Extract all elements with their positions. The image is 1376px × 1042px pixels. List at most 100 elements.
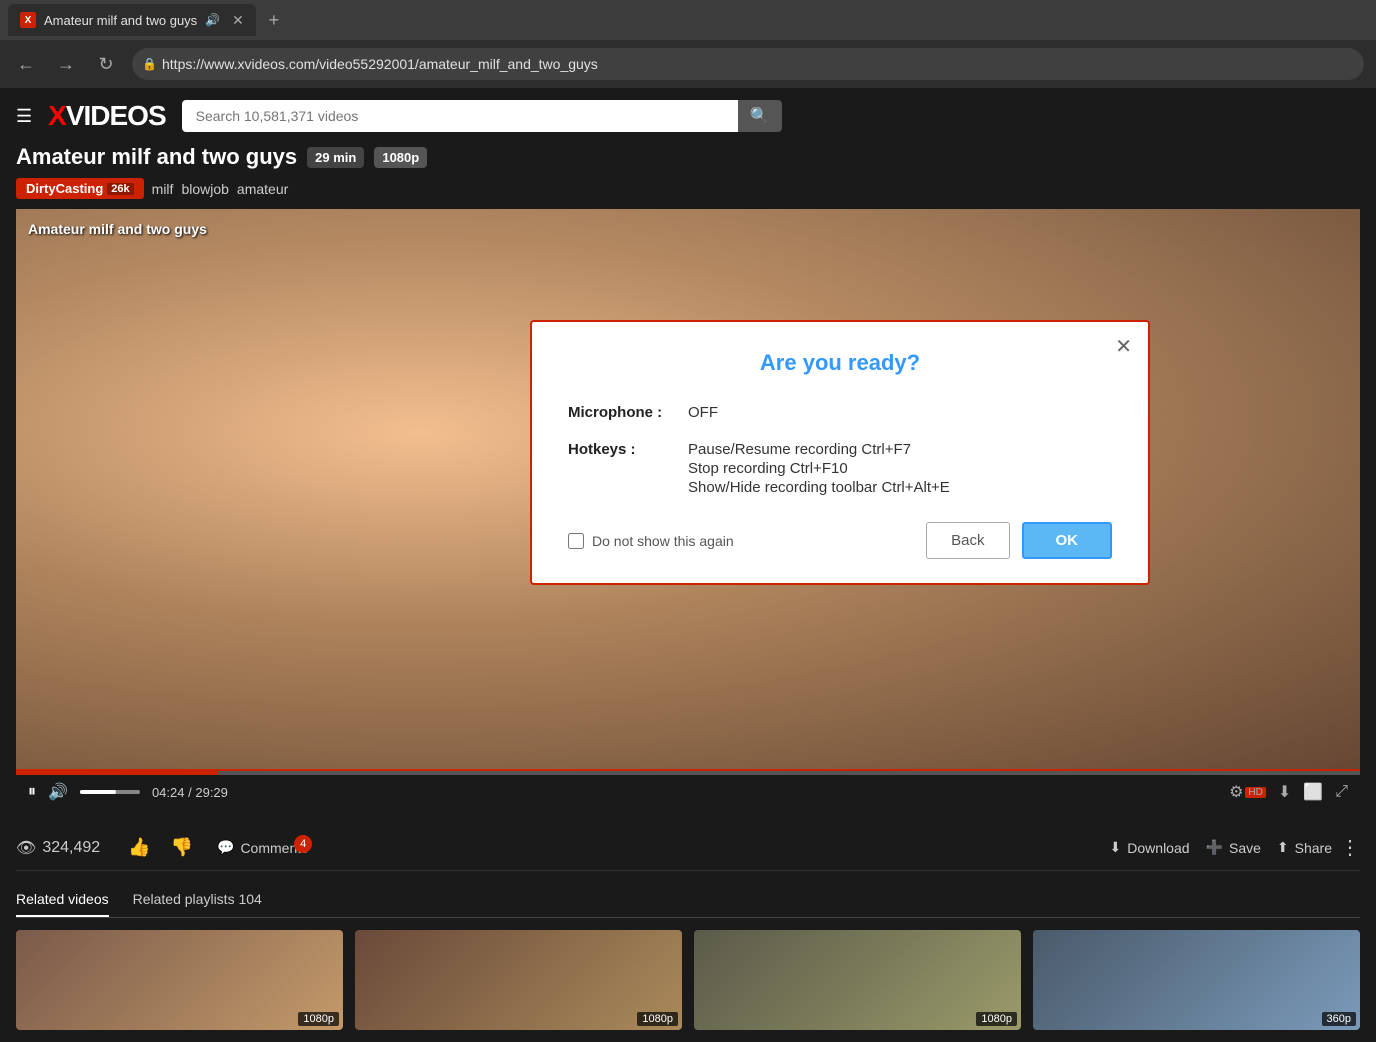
comment-icon: 💬 bbox=[217, 839, 234, 856]
thumb-img-3: 1080p bbox=[694, 930, 1021, 1030]
share-label: Share bbox=[1295, 840, 1332, 856]
video-actions-bar: 👁 324,492 👍 👎 💬 4 Comments ⬇ Download ➕ … bbox=[16, 825, 1360, 871]
lock-icon: 🔒 bbox=[142, 57, 157, 71]
theater-button[interactable]: ⬜ bbox=[1303, 782, 1323, 802]
download-control-button[interactable]: ⬇ bbox=[1278, 782, 1291, 802]
share-button[interactable]: ⬆ Share bbox=[1277, 839, 1332, 856]
comments-badge: 4 bbox=[294, 835, 312, 853]
new-tab-button[interactable]: + bbox=[260, 6, 288, 34]
download-button[interactable]: ⬇ Download bbox=[1110, 839, 1190, 856]
tag-amateur[interactable]: amateur bbox=[237, 181, 288, 197]
thumb-badge-3: 1080p bbox=[976, 1012, 1017, 1026]
do-not-show-text: Do not show this again bbox=[592, 533, 734, 549]
tab-related-playlists[interactable]: Related playlists 104 bbox=[133, 883, 262, 917]
tab-bar: X Amateur milf and two guys 🔊 ✕ + bbox=[0, 0, 1376, 40]
thumb-badge-2: 1080p bbox=[637, 1012, 678, 1026]
tab-title: Amateur milf and two guys bbox=[44, 13, 197, 28]
duration-badge: 29 min bbox=[307, 147, 364, 168]
search-bar: 🔍 bbox=[182, 100, 782, 132]
search-button[interactable]: 🔍 bbox=[738, 100, 782, 132]
settings-button[interactable]: ⚙HD bbox=[1229, 782, 1266, 802]
tab-mute-icon[interactable]: 🔊 bbox=[205, 13, 220, 27]
dialog-buttons: Back OK bbox=[926, 522, 1112, 559]
video-meta: Amateur milf and two guys 29 min 1080p D… bbox=[16, 144, 1360, 199]
section-tabs: Related videos Related playlists 104 bbox=[16, 883, 1360, 918]
eye-icon: 👁 bbox=[16, 838, 36, 858]
forward-button[interactable]: → bbox=[52, 50, 80, 78]
tags-row: DirtyCasting 26k milf blowjob amateur bbox=[16, 178, 1360, 199]
hotkeys-label: Hotkeys : bbox=[568, 441, 688, 458]
save-button[interactable]: ➕ Save bbox=[1206, 839, 1261, 856]
time-total: 29:29 bbox=[195, 785, 228, 800]
do-not-show-label: Do not show this again bbox=[568, 533, 734, 549]
site-logo[interactable]: XVIDEOS bbox=[48, 100, 166, 132]
video-title-overlay: Amateur milf and two guys bbox=[28, 221, 207, 237]
thumb-img-2: 1080p bbox=[355, 930, 682, 1030]
view-count: 👁 324,492 bbox=[16, 838, 100, 858]
hotkey-1: Pause/Resume recording Ctrl+F7 bbox=[688, 441, 950, 458]
video-controls: ⏸ 🔊 04:24 / 29:29 ⚙HD ⬇ ⬜ ⤢ bbox=[16, 769, 1360, 813]
dialog-close-button[interactable]: ✕ bbox=[1115, 334, 1132, 359]
volume-slider[interactable] bbox=[80, 790, 140, 794]
progress-fill bbox=[16, 771, 218, 775]
download-icon: ⬇ bbox=[1110, 839, 1122, 856]
do-not-show-checkbox[interactable] bbox=[568, 533, 584, 549]
microphone-row: Microphone : OFF bbox=[568, 404, 1112, 421]
thumbnail-2[interactable]: 1080p bbox=[355, 930, 682, 1030]
dialog-footer: Do not show this again Back OK bbox=[568, 522, 1112, 559]
quality-badge: 1080p bbox=[374, 147, 427, 168]
volume-button[interactable]: 🔊 bbox=[48, 782, 68, 802]
thumb-badge-1: 1080p bbox=[298, 1012, 339, 1026]
channel-tag-count: 26k bbox=[107, 183, 133, 195]
refresh-button[interactable]: ↻ bbox=[92, 50, 120, 78]
like-buttons: 👍 👎 bbox=[120, 833, 201, 862]
tab-favicon: X bbox=[20, 12, 36, 28]
hamburger-menu[interactable]: ☰ bbox=[16, 106, 32, 127]
tag-milf[interactable]: milf bbox=[152, 181, 174, 197]
tab-related-videos[interactable]: Related videos bbox=[16, 883, 109, 917]
comments-button[interactable]: 💬 4 Comments bbox=[217, 839, 308, 856]
like-button[interactable]: 👍 bbox=[120, 833, 158, 862]
video-title-row: Amateur milf and two guys 29 min 1080p bbox=[16, 144, 1360, 170]
active-tab[interactable]: X Amateur milf and two guys 🔊 ✕ bbox=[8, 4, 256, 36]
more-options-button[interactable]: ⋮ bbox=[1340, 835, 1360, 860]
download-label: Download bbox=[1127, 840, 1189, 856]
site-header: ☰ XVIDEOS 🔍 bbox=[16, 100, 1360, 132]
thumbnail-3[interactable]: 1080p bbox=[694, 930, 1021, 1030]
are-you-ready-dialog: ✕ Are you ready? Microphone : OFF Hotkey… bbox=[530, 320, 1150, 585]
tag-blowjob[interactable]: blowjob bbox=[181, 181, 228, 197]
thumbnail-1[interactable]: 1080p bbox=[16, 930, 343, 1030]
thumbnail-4[interactable]: 360p bbox=[1033, 930, 1360, 1030]
back-button[interactable]: ← bbox=[12, 50, 40, 78]
save-icon: ➕ bbox=[1206, 839, 1223, 856]
dislike-button[interactable]: 👎 bbox=[163, 833, 201, 862]
back-button-dialog[interactable]: Back bbox=[926, 522, 1009, 559]
fullscreen-button[interactable]: ⤢ bbox=[1335, 783, 1348, 801]
share-icon: ⬆ bbox=[1277, 839, 1289, 856]
thumb-img-4: 360p bbox=[1033, 930, 1360, 1030]
url-bar-container: 🔒 bbox=[132, 48, 1364, 80]
hotkey-2: Stop recording Ctrl+F10 bbox=[688, 460, 950, 477]
play-pause-button[interactable]: ⏸ bbox=[28, 783, 36, 801]
video-title: Amateur milf and two guys bbox=[16, 144, 297, 170]
hotkey-3: Show/Hide recording toolbar Ctrl+Alt+E bbox=[688, 479, 950, 496]
tab-close-button[interactable]: ✕ bbox=[232, 12, 244, 29]
url-input[interactable] bbox=[132, 48, 1364, 80]
progress-bar[interactable] bbox=[16, 771, 1360, 775]
time-current: 04:24 bbox=[152, 785, 185, 800]
hotkeys-value: Pause/Resume recording Ctrl+F7 Stop reco… bbox=[688, 441, 950, 498]
thumbnails-row: 1080p 1080p 1080p 360p bbox=[16, 930, 1360, 1030]
channel-tag-label: DirtyCasting bbox=[26, 181, 103, 196]
ok-button[interactable]: OK bbox=[1022, 522, 1113, 559]
channel-tag-button[interactable]: DirtyCasting 26k bbox=[16, 178, 144, 199]
thumb-img-1: 1080p bbox=[16, 930, 343, 1030]
thumb-badge-4: 360p bbox=[1322, 1012, 1356, 1026]
hotkeys-row: Hotkeys : Pause/Resume recording Ctrl+F7… bbox=[568, 441, 1112, 498]
volume-fill bbox=[80, 790, 116, 794]
search-input[interactable] bbox=[182, 100, 738, 132]
dialog-title: Are you ready? bbox=[568, 350, 1112, 376]
microphone-label: Microphone : bbox=[568, 404, 688, 421]
time-separator: / bbox=[188, 785, 192, 800]
browser-chrome: X Amateur milf and two guys 🔊 ✕ + ← → ↻ … bbox=[0, 0, 1376, 88]
microphone-value: OFF bbox=[688, 404, 718, 421]
